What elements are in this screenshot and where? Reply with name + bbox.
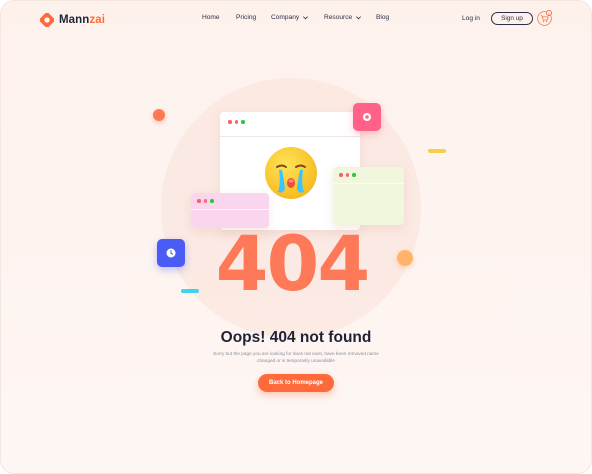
crying-face-icon <box>265 147 317 199</box>
nav-item-resource[interactable]: Resource <box>324 14 362 21</box>
decor-tile-blue <box>157 239 185 267</box>
window-dot-pink <box>203 199 207 203</box>
decor-ball-orange <box>153 109 165 121</box>
page-title: Oops! 404 not found <box>220 329 372 346</box>
decor-dash-cyan <box>181 289 199 293</box>
back-to-homepage-button[interactable]: Back to Homepage <box>258 374 334 392</box>
nav-item-label: Company <box>271 14 300 21</box>
window-dot-red <box>339 173 343 177</box>
decor-ball-yellow <box>397 250 413 266</box>
window-dot-green <box>210 199 214 203</box>
brand-name-part2: zai <box>89 14 106 26</box>
window-dots <box>339 173 356 177</box>
logo-mark-icon <box>40 13 54 27</box>
nav-item-label: Resource <box>324 14 353 21</box>
error-code: 404 <box>215 219 371 308</box>
nav-item-company[interactable]: Company <box>271 14 309 21</box>
window-dots <box>197 199 214 203</box>
window-titlebar <box>220 112 360 137</box>
window-dot-red <box>228 120 232 124</box>
brand-logo[interactable]: Mannzai <box>40 13 105 27</box>
decor-tile-pink <box>353 103 381 131</box>
brand-name-part1: Mann <box>59 14 90 26</box>
page-frame: Mannzai Home Pricing Company Resource Bl… <box>0 0 592 474</box>
window-dot-green <box>241 120 245 124</box>
signup-button[interactable]: Sign up <box>491 12 533 25</box>
window-dot-pink <box>345 173 349 177</box>
nav-item-home[interactable]: Home <box>202 14 220 21</box>
window-dot-pink <box>234 120 238 124</box>
cart-badge: 0 <box>546 10 552 16</box>
nav-item-label: Blog <box>376 14 390 21</box>
error-description: Sorry but the page you are looking for d… <box>213 351 379 364</box>
decor-dash-yellow <box>428 149 446 153</box>
nav-item-blog[interactable]: Blog <box>376 14 389 21</box>
nav-item-pricing[interactable]: Pricing <box>236 14 256 21</box>
nav-item-label: Pricing <box>236 14 257 21</box>
clock-icon <box>166 248 176 258</box>
chevron-down-icon <box>356 16 362 20</box>
brand-name: Mannzai <box>59 14 105 26</box>
browser-window-green <box>333 167 404 225</box>
nav-item-label: Home <box>202 14 220 21</box>
login-link[interactable]: Log in <box>462 15 480 22</box>
window-dot-green <box>352 173 356 177</box>
chevron-down-icon <box>303 16 309 20</box>
circle-icon <box>363 113 371 121</box>
window-dot-red <box>197 199 201 203</box>
window-dots <box>228 120 245 124</box>
